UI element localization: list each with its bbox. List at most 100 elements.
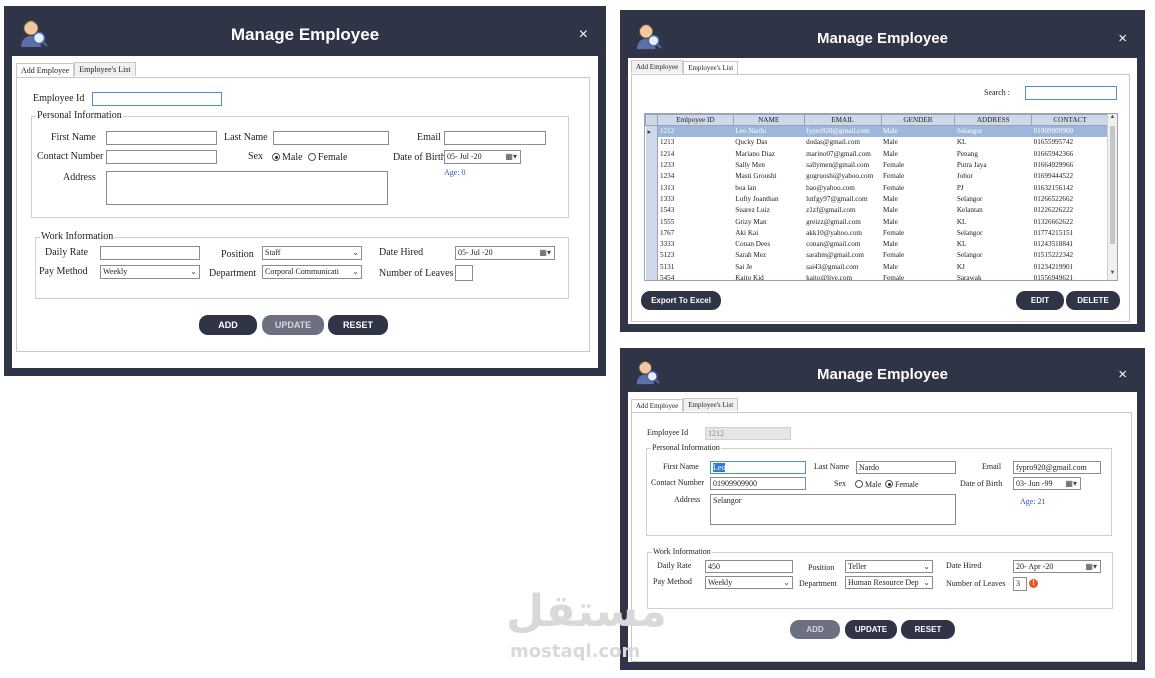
tab-employee-list[interactable]: Employee's List <box>74 62 136 76</box>
tab-add-employee[interactable]: Add Employee <box>631 60 684 73</box>
scroll-thumb[interactable] <box>1110 126 1115 244</box>
daily-rate-input[interactable]: 450 <box>705 560 793 573</box>
table-row[interactable]: 1234 Masti Groushi gogruoshi@yahoo.com Fema… <box>645 170 1109 182</box>
daily-rate-input[interactable] <box>100 246 200 260</box>
position-select[interactable]: Staff ⌄ <box>262 246 362 260</box>
row-header[interactable] <box>645 238 658 250</box>
window-title: Manage Employee <box>230 25 380 44</box>
address-input[interactable]: Selangor <box>710 494 956 525</box>
employee-id-input[interactable] <box>92 92 222 106</box>
female-radio[interactable]: Female <box>308 152 347 163</box>
table-row[interactable]: 5123 Sarah Mez sarahm@gmail.com Female Selan… <box>645 249 1109 262</box>
first-name-input[interactable] <box>106 131 217 145</box>
email-input[interactable] <box>444 131 546 145</box>
delete-button[interactable]: DELETE <box>1066 291 1120 310</box>
table-row[interactable]: 5454 Kaito Kid kaito@live.com Female Sarawak… <box>645 272 1109 281</box>
column-header-id[interactable]: Emlpoyee ID <box>656 114 734 126</box>
cell-gender: Male <box>883 217 898 226</box>
add-button[interactable]: ADD <box>790 620 840 639</box>
row-header[interactable] <box>645 204 658 216</box>
department-select[interactable]: Corporal Communicati ⌄ <box>262 265 362 279</box>
table-row[interactable]: 1313 boa lan bao@yahoo.com Female PJ 01632156… <box>645 181 1109 194</box>
address-input[interactable] <box>106 171 388 205</box>
cell-id: 5131 <box>659 262 675 271</box>
row-header[interactable] <box>645 215 658 228</box>
chevron-down-icon: ⌄ <box>352 248 359 257</box>
table-row[interactable]: 1233 Sally Men sallymen@gmail.com Female Put… <box>645 159 1109 171</box>
last-name-input[interactable]: Nardo <box>856 461 956 474</box>
row-header[interactable] <box>645 261 658 273</box>
row-header[interactable] <box>645 136 658 149</box>
update-button[interactable]: UPDATE <box>262 315 324 335</box>
close-icon[interactable]: × <box>1118 30 1127 47</box>
department-select[interactable]: Human Resource Dep ⌄ <box>845 576 933 589</box>
update-button[interactable]: UPDATE <box>845 620 897 639</box>
row-header[interactable] <box>645 181 658 194</box>
number-of-leaves-input[interactable]: 3 <box>1013 577 1027 591</box>
last-name-input[interactable] <box>273 131 389 145</box>
pay-method-select[interactable]: Weekly ⌄ <box>100 265 200 279</box>
column-header-gender[interactable]: GENDER <box>880 114 956 126</box>
close-icon[interactable]: × <box>579 26 588 44</box>
table-row[interactable]: 1333 Lufty Joanthan lutfgy97@gmail.com Male… <box>645 193 1109 205</box>
cell-address: Sarawak <box>956 274 982 281</box>
tab-add-employee[interactable]: Add Employee <box>631 399 684 412</box>
female-radio[interactable]: Female <box>885 480 919 489</box>
column-header-name[interactable]: NAME <box>732 114 805 126</box>
row-header[interactable] <box>645 272 658 280</box>
add-button[interactable]: ADD <box>199 315 257 335</box>
scroll-down-icon[interactable]: ▼ <box>1108 270 1117 280</box>
position-select[interactable]: Teller ⌄ <box>845 560 933 573</box>
number-of-leaves-input[interactable] <box>455 265 473 281</box>
contact-number-input[interactable] <box>106 150 217 164</box>
contact-number-input[interactable]: 01909909900 <box>710 477 806 490</box>
row-header[interactable] <box>645 227 658 239</box>
close-icon[interactable]: × <box>1118 366 1127 383</box>
calendar-icon[interactable]: ▦▾ <box>1085 562 1097 571</box>
employee-id-input[interactable]: 1212 <box>705 427 791 440</box>
column-header-contact[interactable]: CONTACT <box>1031 114 1109 126</box>
column-header-address[interactable]: ADDRESS <box>954 114 1033 126</box>
row-header[interactable] <box>645 193 658 205</box>
tab-employee-list[interactable]: Employee's List <box>683 398 739 411</box>
row-header[interactable] <box>645 249 658 262</box>
manage-employee-window-list: Manage Employee × Add Employee Employee'… <box>620 10 1145 332</box>
email-input[interactable]: fypro920@gmail.com <box>1013 461 1101 474</box>
daily-rate-label: Daily Rate <box>657 561 692 570</box>
date-hired-picker[interactable]: 05- Jul -20 ▦▾ <box>455 246 555 260</box>
edit-button[interactable]: EDIT <box>1016 291 1064 310</box>
table-row[interactable]: 1213 Qucky Das dodas@gmail.com Male KL 016559… <box>645 136 1109 149</box>
employee-grid[interactable]: Emlpoyee ID NAME EMAIL GENDER ADDRESS CO… <box>644 113 1118 281</box>
table-row[interactable]: 3333 Conan Dees conan@gmail.com Male KL 01243… <box>645 238 1109 250</box>
first-name-input[interactable]: Leo <box>710 461 806 474</box>
date-of-birth-picker[interactable]: 03- Jun -99 ▦▾ <box>1013 477 1081 490</box>
grid-scrollbar[interactable]: ▲ ▼ <box>1107 114 1117 280</box>
cell-id: 3333 <box>659 240 675 249</box>
table-row[interactable]: 5131 Sai Je sai43@gmail.com Male KJ 012342199… <box>645 261 1109 273</box>
calendar-icon[interactable]: ▦▾ <box>505 152 517 161</box>
pay-method-select[interactable]: Weekly ⌄ <box>705 576 793 589</box>
table-row[interactable]: 1543 Suarez Luiz z1zf@gmail.com Male Kelanta… <box>645 204 1109 216</box>
column-header-email[interactable]: EMAIL <box>803 114 882 126</box>
male-radio[interactable]: Male <box>272 152 303 163</box>
row-header[interactable] <box>645 159 658 171</box>
tab-add-employee[interactable]: Add Employee <box>16 63 75 77</box>
table-row[interactable]: 1767 Aki Kai akk10@yahoo.com Female Selangor… <box>645 227 1109 239</box>
reset-button[interactable]: RESET <box>901 620 955 639</box>
tab-employee-list[interactable]: Employee's List <box>683 61 739 74</box>
date-hired-picker[interactable]: 20- Apr -20 ▦▾ <box>1013 560 1101 573</box>
scroll-up-icon[interactable]: ▲ <box>1108 114 1117 124</box>
row-header[interactable] <box>645 170 658 182</box>
male-radio[interactable]: Male <box>855 480 881 489</box>
table-row[interactable]: ▸ 1212 Leo Nardo fypro920@gmail.com Male Sela… <box>645 125 1109 137</box>
calendar-icon[interactable]: ▦▾ <box>1065 479 1077 488</box>
row-header[interactable] <box>645 148 658 160</box>
table-row[interactable]: 1214 Mariano Diaz marino07@gmail.com Male Pe… <box>645 148 1109 160</box>
reset-button[interactable]: RESET <box>328 315 388 335</box>
table-row[interactable]: 1555 Grizy Man greizz@gmail.com Male KL 01326… <box>645 215 1109 228</box>
row-header[interactable]: ▸ <box>645 125 658 137</box>
date-of-birth-picker[interactable]: 05- Jul -20 ▦▾ <box>444 150 521 164</box>
calendar-icon[interactable]: ▦▾ <box>539 248 551 257</box>
export-to-excel-button[interactable]: Export To Excel <box>641 291 721 310</box>
search-input[interactable] <box>1025 86 1117 100</box>
